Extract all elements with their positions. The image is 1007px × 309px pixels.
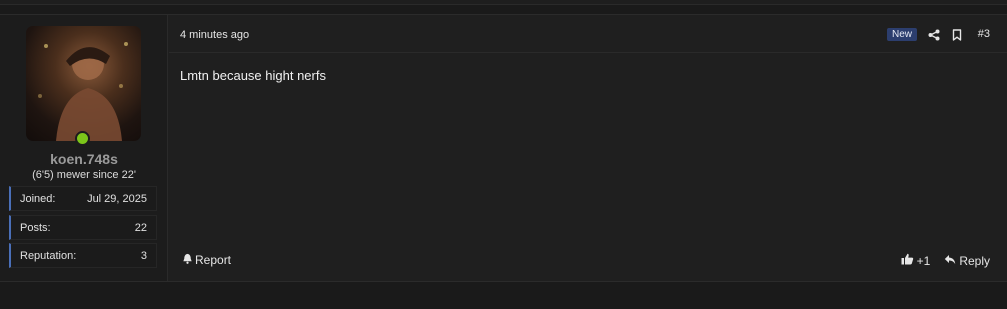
post-header: 4 minutes ago New #3: [169, 15, 1007, 53]
user-title: (6'5) mewer since 22': [32, 169, 136, 181]
post-content: 4 minutes ago New #3 Lmtn because hight …: [169, 15, 1007, 281]
stat-label: Joined:: [20, 192, 56, 205]
post-actions: +1 Reply: [901, 253, 990, 268]
stat-joined: Joined: Jul 29, 2025: [9, 186, 157, 211]
forum-post: koen.748s (6'5) mewer since 22' Joined: …: [0, 14, 1007, 282]
bell-icon: [182, 253, 193, 267]
stat-reputation: Reputation: 3: [9, 243, 157, 268]
stat-posts: Posts: 22: [9, 215, 157, 240]
stat-label: Reputation:: [20, 249, 77, 262]
user-pane: koen.748s (6'5) mewer since 22' Joined: …: [0, 15, 168, 281]
new-badge: New: [886, 28, 917, 41]
top-strip: [0, 0, 1007, 5]
report-button[interactable]: Report: [182, 253, 231, 267]
thumbs-up-icon: [901, 253, 914, 268]
like-button[interactable]: +1: [901, 253, 931, 268]
reaction-count: +1: [916, 253, 931, 268]
reply-icon: [944, 254, 956, 268]
avatar[interactable]: [26, 26, 141, 141]
reply-button[interactable]: Reply: [944, 254, 990, 268]
stat-value: Jul 29, 2025: [87, 192, 147, 205]
stat-label: Posts:: [20, 221, 51, 234]
post-number-link[interactable]: #3: [978, 28, 990, 40]
share-icon[interactable]: [928, 28, 940, 41]
bookmark-icon[interactable]: [951, 28, 963, 41]
stat-value: 22: [134, 221, 147, 234]
username[interactable]: koen.748s: [0, 151, 168, 167]
report-label: Report: [195, 253, 232, 267]
post-time[interactable]: 4 minutes ago: [180, 29, 249, 41]
stat-value: 3: [140, 249, 147, 262]
reply-label: Reply: [959, 253, 990, 268]
post-message: Lmtn because hight nerfs: [180, 68, 326, 83]
online-status-indicator: [75, 131, 90, 146]
